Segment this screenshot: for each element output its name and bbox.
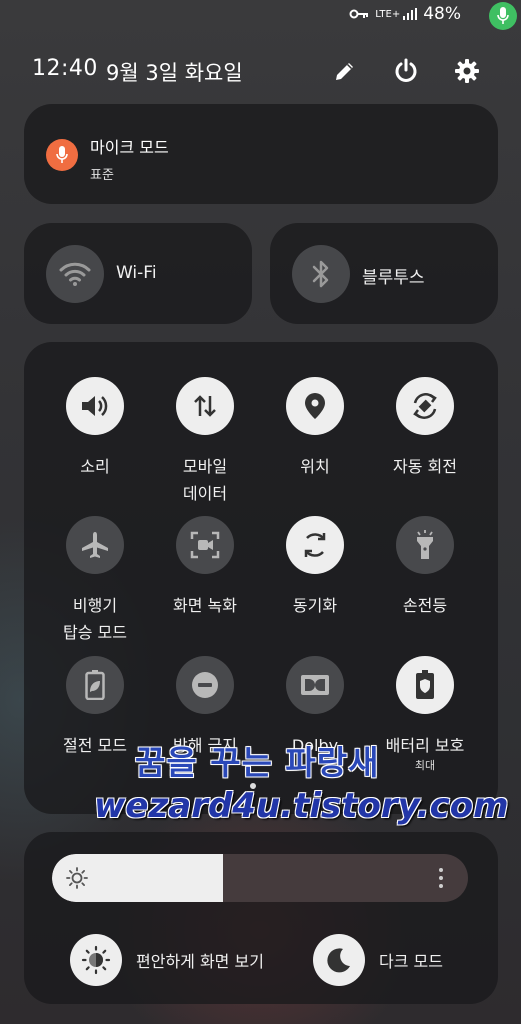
clock[interactable]: 12:40 xyxy=(32,56,98,81)
dolby-icon xyxy=(286,656,344,714)
tile-screen-recorder[interactable]: 화면 녹화 xyxy=(150,516,260,619)
tile-label: 동기화 xyxy=(292,596,338,615)
tile-label: 소리 xyxy=(80,457,110,476)
dark-mode-label: 다크 모드 xyxy=(379,952,443,971)
sync-icon xyxy=(286,516,344,574)
tile-sound[interactable]: 소리 xyxy=(40,377,150,480)
tile-label: 손전등 xyxy=(402,596,448,615)
bluetooth-icon xyxy=(292,245,350,303)
moon-icon xyxy=(313,934,365,986)
brightness-slider[interactable] xyxy=(52,854,468,902)
wifi-tile[interactable]: Wi-Fi xyxy=(24,223,252,324)
wifi-icon xyxy=(46,245,104,303)
tile-power-saving[interactable]: 절전 모드 xyxy=(40,656,150,759)
wifi-label: Wi-Fi xyxy=(116,263,157,283)
status-icons: LTE+ 48% xyxy=(349,4,491,24)
eye-comfort-icon xyxy=(70,934,122,986)
brightness-panel: 편안하게 화면 보기 다크 모드 xyxy=(24,832,498,1004)
eye-comfort-button[interactable]: 편안하게 화면 보기 xyxy=(70,934,264,986)
tile-label: 자동 회전 xyxy=(393,457,457,476)
tile-flashlight[interactable]: 손전등 xyxy=(370,516,480,619)
more-options-icon[interactable] xyxy=(436,866,446,890)
microphone-icon xyxy=(46,139,78,171)
location-pin-icon xyxy=(286,377,344,435)
network-type: LTE+ xyxy=(375,8,401,20)
watermark-title: 꿈을 꾸는 파랑새 xyxy=(135,743,380,782)
mic-mode-card[interactable]: 마이크 모드 표준 xyxy=(24,104,498,204)
data-arrows-icon xyxy=(176,377,234,435)
tile-mobile-data[interactable]: 모바일 데이터 xyxy=(150,377,260,507)
edit-pencil-icon[interactable] xyxy=(330,56,360,86)
tile-battery-protection[interactable]: 배터리 보호 최대 xyxy=(370,656,480,773)
power-saving-icon xyxy=(66,656,124,714)
tile-label: 모바일 데이터 xyxy=(182,457,228,503)
settings-gear-icon[interactable] xyxy=(452,56,482,86)
battery-percent: 48% xyxy=(423,4,461,24)
bluetooth-label: 블루투스 xyxy=(362,268,425,288)
tile-sync[interactable]: 동기화 xyxy=(260,516,370,619)
tile-label: 화면 녹화 xyxy=(173,596,237,615)
volume-icon xyxy=(66,377,124,435)
mic-in-use-icon[interactable] xyxy=(489,2,517,30)
battery-shield-icon xyxy=(396,656,454,714)
mic-mode-value: 표준 xyxy=(90,168,114,183)
screen-record-icon xyxy=(176,516,234,574)
power-icon[interactable] xyxy=(391,56,421,86)
tile-label: 배터리 보호 xyxy=(385,736,465,755)
tile-label: 절전 모드 xyxy=(63,736,127,755)
tile-sublabel: 최대 xyxy=(414,759,436,772)
tile-label: 위치 xyxy=(300,457,330,476)
dark-mode-button[interactable]: 다크 모드 xyxy=(313,934,443,986)
eye-comfort-label: 편안하게 화면 보기 xyxy=(136,952,264,971)
tile-airplane-mode[interactable]: 비행기 탑승 모드 xyxy=(40,516,150,646)
tile-location[interactable]: 위치 xyxy=(260,377,370,480)
vpn-key-icon xyxy=(349,9,369,19)
auto-rotate-icon xyxy=(396,377,454,435)
panel-header: 12:40 9월 3일 화요일 xyxy=(32,56,492,88)
bluetooth-tile[interactable]: 블루투스 xyxy=(270,223,498,324)
signal-icon xyxy=(403,8,418,20)
watermark-url: wezard4u.tistory.com xyxy=(94,786,509,826)
tile-auto-rotate[interactable]: 자동 회전 xyxy=(370,377,480,480)
mic-mode-title: 마이크 모드 xyxy=(90,138,169,157)
date[interactable]: 9월 3일 화요일 xyxy=(106,57,243,87)
brightness-sun-icon xyxy=(66,867,88,889)
tile-label: 비행기 탑승 모드 xyxy=(63,596,127,642)
status-bar: LTE+ 48% xyxy=(0,0,521,34)
flashlight-icon xyxy=(396,516,454,574)
airplane-icon xyxy=(66,516,124,574)
do-not-disturb-icon xyxy=(176,656,234,714)
